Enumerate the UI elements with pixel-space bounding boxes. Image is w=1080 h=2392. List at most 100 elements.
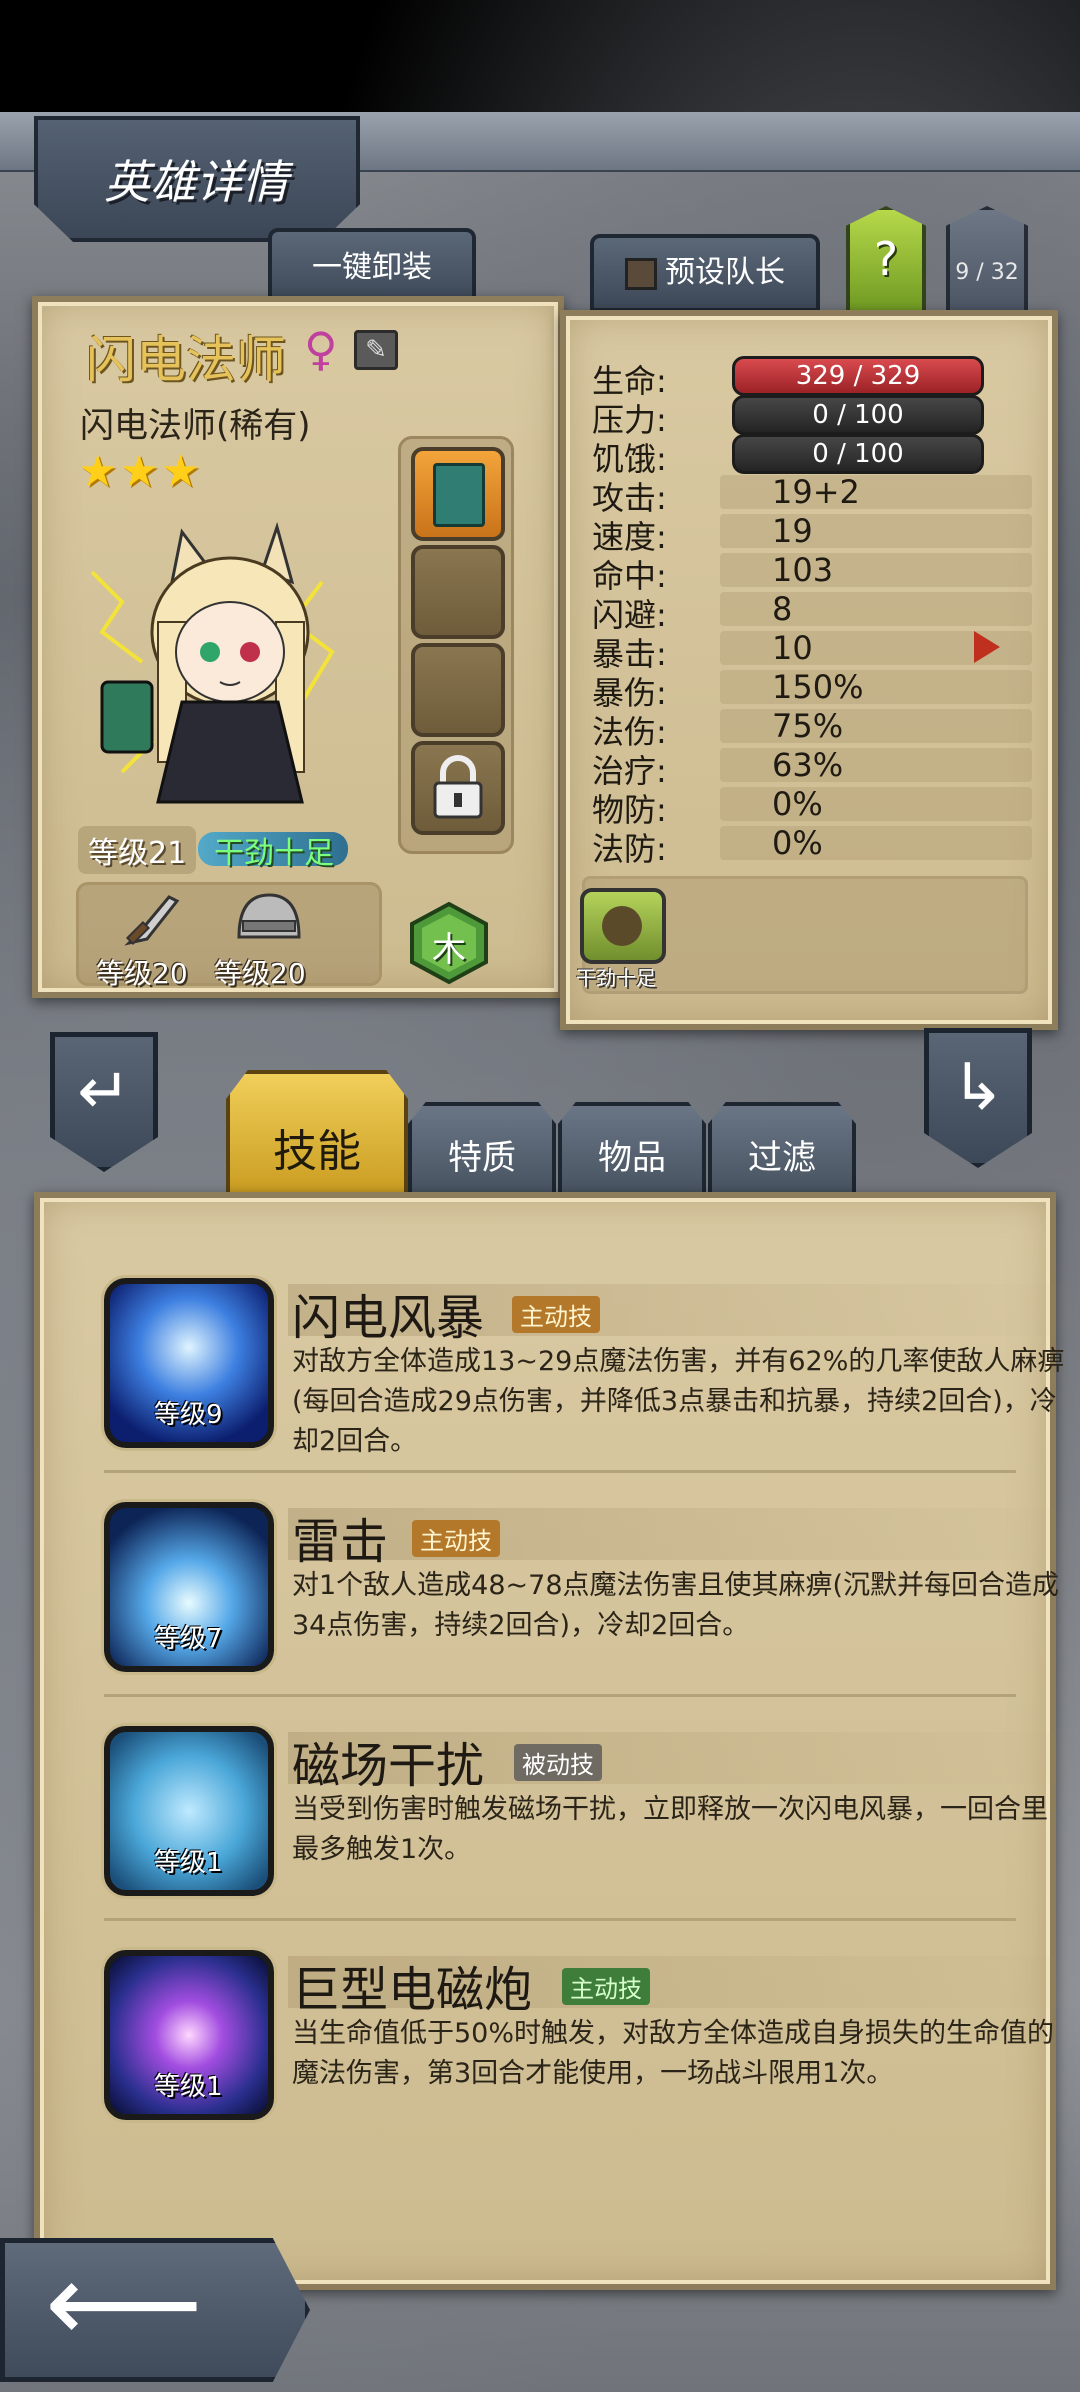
skill-description: 对1个敌人造成48~78点魔法伤害且使其麻痹(沉默并每回合造成34点伤害，持续2… bbox=[292, 1570, 1060, 1641]
stat-value: 75% bbox=[772, 707, 844, 745]
stat-row: 压力: 0 / 100 bbox=[592, 395, 1032, 439]
stat-row: 暴击: 10 bbox=[592, 629, 1032, 673]
stat-row: 治疗: 63% bbox=[592, 746, 1032, 790]
skill-name-backdrop bbox=[288, 1508, 1080, 1560]
equipment-slots bbox=[398, 436, 514, 854]
stats-panel: 生命: 329 / 329 压力: 0 / 100 饥饿: 0 / 100 攻击: 19+2 速… bbox=[560, 310, 1058, 1030]
stat-row: 物防: 0% bbox=[592, 785, 1032, 829]
weapon-level: 等级20 bbox=[96, 957, 188, 990]
stat-value: 10 bbox=[772, 629, 813, 667]
stat-value-backdrop bbox=[720, 514, 1032, 548]
locked-slot[interactable] bbox=[411, 741, 505, 835]
stat-value-backdrop bbox=[720, 670, 1032, 704]
skill-description: 对敌方全体造成13~29点魔法伤害，并有62%的几率使敌人麻痹(每回合造成29点… bbox=[292, 1346, 1065, 1457]
stat-value-backdrop bbox=[720, 475, 1032, 509]
helmet-icon[interactable] bbox=[229, 887, 309, 949]
stat-value-backdrop bbox=[720, 787, 1032, 821]
roster-count-badge: 9 / 32 bbox=[946, 206, 1028, 316]
stat-value-backdrop bbox=[720, 709, 1032, 743]
skill-level: 等级7 bbox=[154, 1624, 223, 1654]
stat-value-backdrop bbox=[720, 592, 1032, 626]
stat-row: 暴伤: 150% bbox=[592, 668, 1032, 712]
title-plate: 英雄详情 bbox=[34, 116, 360, 242]
element-label: 木 bbox=[432, 930, 466, 970]
help-button[interactable]: ? bbox=[846, 206, 926, 316]
face-icon bbox=[602, 906, 642, 946]
stat-value: 63% bbox=[772, 746, 844, 784]
tab-items[interactable]: 物品 bbox=[558, 1102, 706, 1202]
empty-slot-1[interactable] bbox=[411, 545, 505, 639]
hero-level: 等级21 bbox=[78, 826, 197, 874]
stat-value: 0% bbox=[772, 785, 823, 823]
roster-count-text: 9 / 32 bbox=[955, 260, 1019, 285]
rarity-stars: ★★★ bbox=[78, 446, 203, 497]
stat-label: 法防: bbox=[592, 830, 667, 868]
skill-description: 当受到伤害时触发磁场干扰，立即释放一次闪电风暴，一回合里最多触发1次。 bbox=[292, 1794, 1048, 1865]
skills-panel: 等级9 闪电风暴 主动技 对敌方全体造成13~29点魔法伤害，并有62%的几率使… bbox=[34, 1192, 1080, 2290]
question-icon: ? bbox=[873, 232, 899, 286]
female-icon: ♀ bbox=[304, 322, 338, 376]
stat-row: 生命: 329 / 329 bbox=[592, 356, 1032, 400]
skill-tag: 主动技 bbox=[412, 1520, 500, 1557]
skill-name: 雷击 bbox=[292, 1514, 389, 1570]
skill-item[interactable]: 等级1 磁场干扰 被动技 当受到伤害时触发磁场干扰，立即释放一次闪电风暴，一回合… bbox=[104, 1726, 1080, 1926]
hero-name: 闪电法师 bbox=[86, 331, 286, 389]
lightning-storm-icon: 等级9 bbox=[104, 1278, 274, 1448]
stat-bar: 329 / 329 bbox=[732, 356, 984, 396]
skill-item[interactable]: 等级7 雷击 主动技 对1个敌人造成48~78点魔法伤害且使其麻痹(沉默并每回合… bbox=[104, 1502, 1080, 1702]
stat-row: 法伤: 75% bbox=[592, 707, 1032, 751]
skill-name: 巨型电磁炮 bbox=[292, 1962, 533, 2018]
expand-stats-arrow-icon[interactable] bbox=[974, 631, 1000, 663]
stat-value: 0% bbox=[772, 824, 823, 862]
preset-captain-toggle[interactable]: 预设队长 bbox=[590, 234, 820, 312]
hero-class: 闪电法师(稀有) bbox=[80, 406, 311, 446]
divider bbox=[104, 1694, 1016, 1697]
hero-portrait bbox=[90, 521, 335, 804]
skill-level: 等级1 bbox=[154, 2072, 223, 2102]
spellbook-icon bbox=[433, 463, 485, 527]
lock-icon bbox=[433, 755, 483, 819]
stat-row: 法防: 0% bbox=[592, 824, 1032, 868]
edit-name-icon[interactable]: ✎ bbox=[354, 330, 398, 370]
stat-row: 命中: 103 bbox=[592, 551, 1032, 595]
energized-trait-icon[interactable] bbox=[580, 888, 666, 964]
trait-label: 干劲十足 bbox=[576, 966, 656, 990]
armor-level: 等级20 bbox=[214, 957, 306, 990]
empty-slot-2[interactable] bbox=[411, 643, 505, 737]
sword-icon[interactable] bbox=[119, 889, 189, 949]
skill-tag: 主动技 bbox=[512, 1296, 600, 1333]
tab-skills[interactable]: 技能 bbox=[226, 1070, 408, 1202]
tab-traits[interactable]: 特质 bbox=[408, 1102, 556, 1202]
stat-bar: 0 / 100 bbox=[732, 434, 984, 474]
skill-level: 等级9 bbox=[154, 1400, 223, 1430]
back-button[interactable]: ⟵ bbox=[0, 2238, 310, 2382]
skill-level: 等级1 bbox=[154, 1848, 223, 1878]
stat-value: 19 bbox=[772, 512, 813, 550]
skill-name: 闪电风暴 bbox=[292, 1290, 485, 1346]
stat-value-backdrop bbox=[720, 553, 1032, 587]
stat-value-backdrop bbox=[720, 826, 1032, 860]
stat-row: 攻击: 19+2 bbox=[592, 473, 1032, 517]
thunder-strike-icon: 等级7 bbox=[104, 1502, 274, 1672]
skill-item[interactable]: 等级1 巨型电磁炮 主动技 当生命值低于50%时触发，对敌方全体造成自身损失的生… bbox=[104, 1950, 1080, 2150]
stat-row: 速度: 19 bbox=[592, 512, 1032, 556]
stat-value-backdrop bbox=[720, 748, 1032, 782]
stat-row: 闪避: 8 bbox=[592, 590, 1032, 634]
skill-item[interactable]: 等级9 闪电风暴 主动技 对敌方全体造成13~29点魔法伤害，并有62%的几率使… bbox=[104, 1278, 1080, 1478]
stat-value: 150% bbox=[772, 668, 864, 706]
divider bbox=[104, 1470, 1016, 1473]
wood-element-badge: 木 bbox=[406, 900, 492, 986]
skill-name: 磁场干扰 bbox=[292, 1738, 485, 1794]
skill-tag: 主动技 bbox=[562, 1968, 650, 2005]
magnetic-interference-icon: 等级1 bbox=[104, 1726, 274, 1896]
divider bbox=[104, 1918, 1016, 1921]
hero-card: 闪电法师 ♀ ✎ 闪电法师(稀有) ★★★ 等级21 干劲十足 等级20 等级2… bbox=[32, 296, 564, 998]
morale-status: 干劲十足 bbox=[214, 836, 334, 871]
spellbook-slot[interactable] bbox=[411, 447, 505, 541]
checkbox-icon[interactable] bbox=[625, 257, 657, 290]
stat-value: 19+2 bbox=[772, 473, 860, 511]
skill-tag: 被动技 bbox=[514, 1744, 602, 1781]
skill-description: 当生命值低于50%时触发，对敌方全体造成自身损失的生命值的魔法伤害，第3回合才能… bbox=[292, 2018, 1055, 2089]
tab-filter[interactable]: 过滤 bbox=[708, 1102, 856, 1202]
stat-value: 103 bbox=[772, 551, 834, 589]
